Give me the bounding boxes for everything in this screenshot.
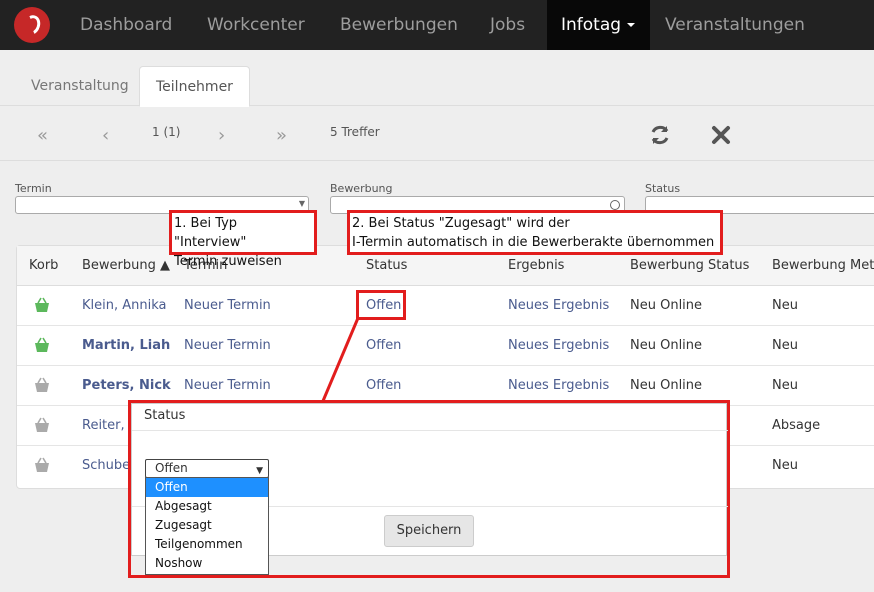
status-dropdown-list: Offen Abgesagt Zugesagt Teilgenommen Nos… (145, 477, 269, 575)
modal-title: Status (144, 408, 186, 423)
status-option[interactable]: Noshow (146, 554, 268, 573)
save-button[interactable]: Speichern (384, 515, 474, 547)
modal-header: Status (132, 404, 728, 431)
status-select[interactable]: Offen ▼ (145, 459, 269, 478)
status-option[interactable]: Teilgenommen (146, 535, 268, 554)
status-option[interactable]: Abgesagt (146, 497, 268, 516)
status-option[interactable]: Offen (146, 478, 268, 497)
status-select-value: Offen (155, 461, 188, 475)
status-option[interactable]: Zugesagt (146, 516, 268, 535)
